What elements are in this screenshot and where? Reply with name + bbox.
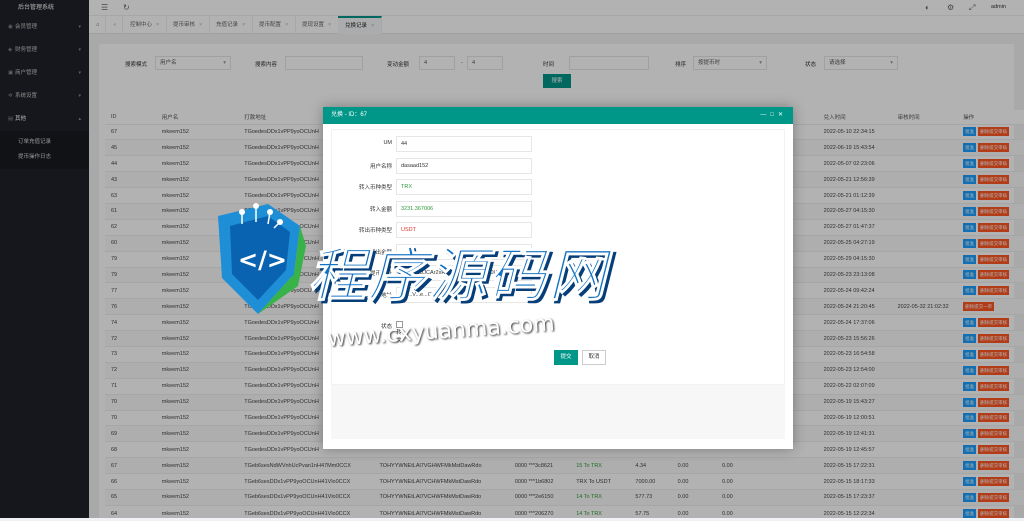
status-label: 状态 [332,322,392,330]
close-icon[interactable]: ✕ [778,112,787,118]
form-label: 转入金额 [332,205,392,213]
form-label: 提币地址 [332,269,392,277]
form-label: 转出币种类型 [332,226,392,234]
minimize-icon[interactable]: — [760,112,770,118]
form-field[interactable]: TRX [396,179,532,195]
form-field[interactable]: 44 [396,136,532,152]
form-field[interactable]: Cc...V...e...CCX [396,287,532,303]
form-field[interactable]: TCWzaUJCAr2xRL!tLThNewe1d8BL0UUBGg [396,265,532,281]
maximize-icon[interactable]: □ [770,112,778,118]
modal-header: 兑换 - ID：67 —□✕ [323,107,793,124]
form-field[interactable]: USDT [396,222,532,238]
exchange-modal: 兑换 - ID：67 —□✕ 提币地址 Cc...V...e...CCX 提币地址 T… [323,107,793,449]
form-label: 转出金额 [332,248,392,256]
form-label: 提币地址 [332,291,392,299]
form-field[interactable]: dasaad152 [396,158,532,174]
modal-footer [331,385,785,439]
modal-form: 提币地址 Cc...V...e...CCX 提币地址 TCWzaUJCAr2xRL!t… [331,129,785,385]
form-field[interactable]: 3231.367006 [396,201,532,217]
form-label: UM [332,140,392,146]
form-label: 转入币种类型 [332,183,392,191]
modal-title: 兑换 - ID：67 [331,112,367,118]
submit-button[interactable]: 提交 [554,350,578,365]
cancel-button[interactable]: 取消 [582,350,606,365]
form-label: 用户名称 [332,162,392,170]
status-checkbox[interactable]: 转换 [396,321,406,344]
checkbox-icon [396,321,403,328]
form-field[interactable] [396,244,532,260]
